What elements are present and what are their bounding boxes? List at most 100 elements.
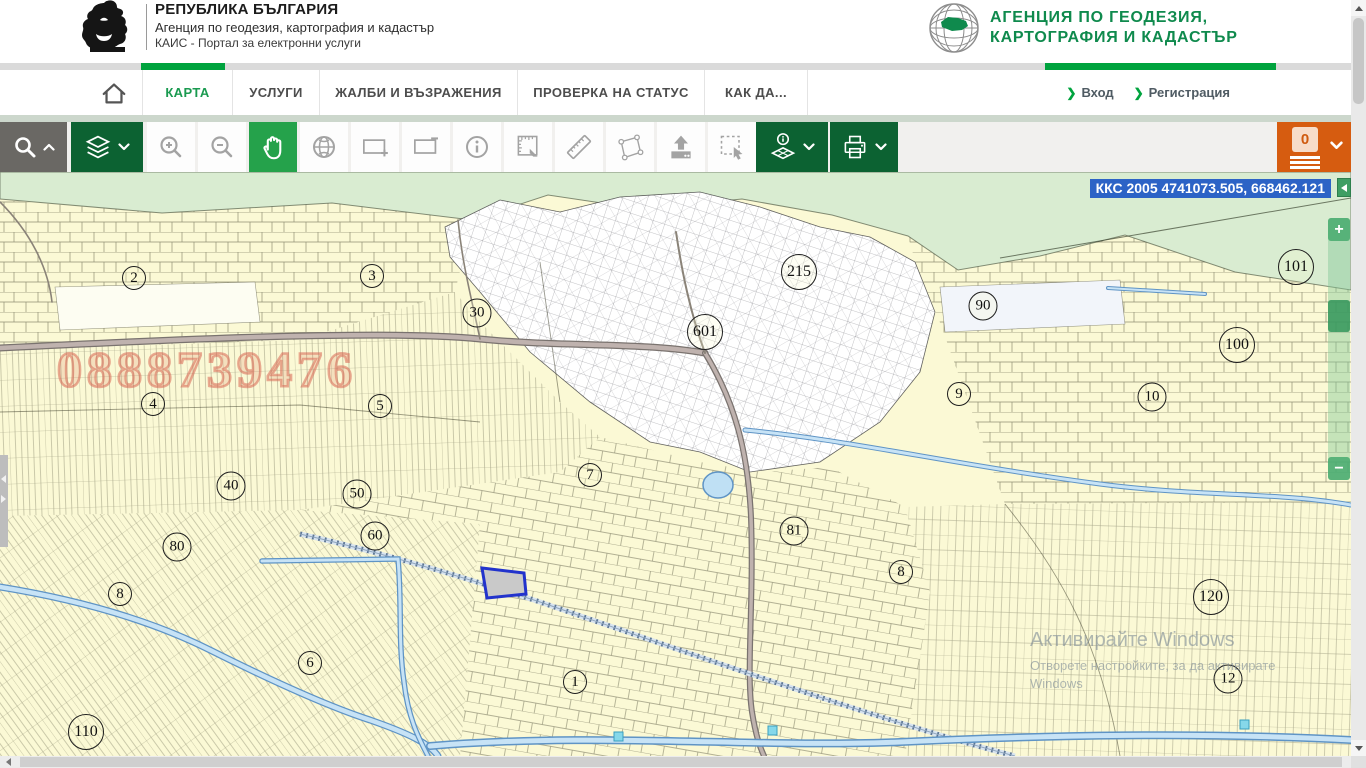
draw-polygon-button[interactable] <box>606 122 654 172</box>
region-label: 10 <box>1138 383 1167 412</box>
hand-pan-icon <box>260 133 286 161</box>
region-label: 80 <box>163 533 192 562</box>
scrollbar-corner <box>1351 756 1366 768</box>
register-link[interactable]: ❯ Регистрация <box>1134 85 1230 100</box>
brand-underline <box>1045 63 1276 70</box>
region-label: 30 <box>463 299 492 328</box>
chevron-down-icon <box>875 143 887 151</box>
map-zoom-out-button[interactable]: − <box>1328 457 1350 480</box>
region-label: 215 <box>781 254 817 290</box>
panel-toggle-arrow-icon <box>1341 184 1347 192</box>
overview-button[interactable] <box>300 122 348 172</box>
layers-icon <box>84 134 112 160</box>
agency-globe-logo <box>928 2 980 54</box>
scroll-right-arrow-icon <box>1 495 6 503</box>
ruler-icon <box>564 132 594 162</box>
horizontal-scrollbar[interactable] <box>0 756 1351 768</box>
republic-title: РЕПУБЛИКА БЪЛГАРИЯ <box>155 1 434 20</box>
upload-icon <box>667 133 695 161</box>
home-icon <box>99 79 129 107</box>
region-label: 60 <box>361 522 390 551</box>
region-label: 9 <box>947 382 971 406</box>
chevron-down-icon <box>803 143 815 151</box>
agency-brand-text: АГЕНЦИЯ ПО ГЕОДЕЗИЯ, КАРТОГРАФИЯ И КАДАС… <box>990 8 1238 47</box>
chevron-down-icon <box>118 143 130 151</box>
vertical-scrollbar-thumb[interactable] <box>1353 18 1364 104</box>
windows-watermark-line2: Отворете настройките, за да активирате <box>1030 657 1275 675</box>
tab-proverka-status[interactable]: ПРОВЕРКА НА СТАТУС <box>518 70 705 115</box>
region-label: 50 <box>343 480 372 509</box>
tab-uslugi[interactable]: УСЛУГИ <box>233 70 320 115</box>
selection-cursor-icon <box>718 133 746 161</box>
auth-links: ❯ Вход ❯ Регистрация <box>1066 70 1230 115</box>
register-label: Регистрация <box>1149 85 1230 100</box>
zoom-rect-in-button[interactable] <box>351 122 399 172</box>
area-ruler-icon <box>514 133 542 161</box>
layer-info-button[interactable] <box>756 122 828 172</box>
zoom-out-icon <box>209 134 235 160</box>
pan-button[interactable] <box>249 122 297 172</box>
rectangle-plus-icon <box>361 135 389 159</box>
tab-kak-da[interactable]: КАК ДА... <box>705 70 808 115</box>
tab-indicator-bar <box>0 63 1366 70</box>
header: РЕПУБЛИКА БЪЛГАРИЯ Агенция по геодезия, … <box>0 0 1366 63</box>
measure-distance-button[interactable] <box>555 122 603 172</box>
kais-portal-page: РЕПУБЛИКА БЪЛГАРИЯ Агенция по геодезия, … <box>0 0 1366 768</box>
measure-area-button[interactable] <box>504 122 552 172</box>
region-label: 7 <box>578 463 602 487</box>
home-button[interactable] <box>85 70 143 115</box>
region-label: 601 <box>687 314 723 350</box>
windows-watermark-text: Отворете настройките, за да активирате W… <box>1030 657 1275 692</box>
info-icon <box>464 134 490 160</box>
polygon-icon <box>615 133 645 161</box>
upload-button[interactable] <box>657 122 705 172</box>
zoom-slider: + − <box>1328 218 1350 480</box>
region-label: 5 <box>368 394 392 418</box>
scrollbar-up-button[interactable] <box>1351 0 1366 16</box>
zoom-in-button[interactable] <box>147 122 195 172</box>
tab-zhalbi[interactable]: ЖАЛБИ И ВЪЗРАЖЕНИЯ <box>320 70 518 115</box>
search-icon <box>13 135 37 159</box>
info-button[interactable] <box>453 122 501 172</box>
toolbar-separator <box>0 115 1366 122</box>
region-label: 2 <box>122 266 146 290</box>
map-zoom-in-button[interactable]: + <box>1328 218 1350 241</box>
cart-button[interactable]: 0 <box>1277 122 1351 172</box>
search-tools-button[interactable] <box>0 122 67 172</box>
scroll-left-arrow-icon <box>1 475 6 483</box>
region-label: 110 <box>68 714 104 750</box>
zoom-slider-handle[interactable] <box>1328 300 1350 332</box>
portal-subtitle: КАИС - Портал за електронни услуги <box>155 36 434 51</box>
vertical-scrollbar[interactable] <box>1351 0 1366 756</box>
brand-line2: КАРТОГРАФИЯ И КАДАСТЪР <box>990 28 1238 48</box>
windows-watermark-title: Активирайте Windows <box>1030 629 1275 651</box>
login-link[interactable]: ❯ Вход <box>1066 85 1113 100</box>
region-label: 120 <box>1193 579 1229 615</box>
cart-count-badge: 0 <box>1292 127 1318 152</box>
rectangle-minus-icon <box>412 135 440 159</box>
printer-icon <box>841 133 869 161</box>
left-panel-scroll-strip[interactable] <box>0 455 8 547</box>
scrollbar-down-button[interactable] <box>1351 740 1366 756</box>
globe-icon <box>311 134 337 160</box>
print-button[interactable] <box>830 122 898 172</box>
tab-karta[interactable]: КАРТА <box>143 70 233 115</box>
chevron-up-icon <box>43 143 55 151</box>
zoom-rect-out-button[interactable] <box>402 122 450 172</box>
brand-line1: АГЕНЦИЯ ПО ГЕОДЕЗИЯ, <box>990 8 1238 28</box>
map-toolbar: 0 <box>0 122 1366 172</box>
select-region-button[interactable] <box>708 122 756 172</box>
active-tab-indicator <box>141 63 225 70</box>
zoom-out-button[interactable] <box>198 122 246 172</box>
horizontal-scrollbar-thumb[interactable] <box>20 757 1342 767</box>
layers-button[interactable] <box>71 122 143 172</box>
region-label: 8 <box>889 560 913 584</box>
coordinates-display: ККС 2005 4741073.505, 668462.121 <box>1090 179 1331 198</box>
panel-toggle-button[interactable] <box>1337 178 1351 197</box>
scrollbar-left-button[interactable] <box>0 756 16 768</box>
windows-activation-watermark: Активирайте Windows Отворете настройките… <box>1030 629 1275 692</box>
region-label: 90 <box>969 292 998 321</box>
arrow-down-icon <box>1355 746 1363 751</box>
map-viewport[interactable]: 2 3 30 215 601 90 101 100 9 10 4 5 40 50… <box>0 172 1351 756</box>
header-divider <box>146 4 147 50</box>
